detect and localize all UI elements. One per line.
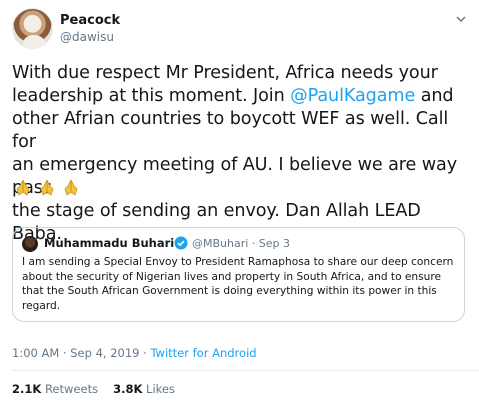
verified-badge-icon: [174, 236, 188, 250]
tweet-text: With due respect Mr President, Africa ne…: [12, 62, 472, 246]
tweet-line: With due respect Mr President, Africa ne…: [12, 63, 438, 83]
quoted-line: I am sending a Special Envoy to Presiden…: [22, 256, 454, 268]
retweets-count: 2.1K: [12, 382, 42, 396]
source-link[interactable]: Twitter for Android: [150, 346, 256, 360]
tweet-line-text: leadership at this moment. Join: [12, 86, 291, 106]
quoted-text: I am sending a Special Envoy to Presiden…: [22, 255, 462, 314]
tweet-line: an emergency meeting of AU. I believe we…: [12, 155, 458, 198]
quoted-avatar: [22, 236, 38, 252]
retweets-label: Retweets: [44, 382, 99, 396]
chevron-down-icon[interactable]: [452, 10, 470, 28]
quoted-tweet[interactable]: Muhammadu Buhari @MBuhari · Sep 3 I am s…: [12, 227, 465, 322]
likes-label: Likes: [146, 382, 175, 396]
timestamp[interactable]: 1:00 AM · Sep 4, 2019 ·: [12, 346, 150, 360]
author-name[interactable]: Peacock: [60, 13, 120, 28]
folded-hands-icon: [37, 177, 57, 197]
tweet-line-text: and: [415, 86, 454, 106]
folded-hands-icon: [13, 177, 33, 197]
likes-count: 3.8K: [113, 382, 143, 396]
emoji-row: [13, 177, 81, 199]
quoted-line: regard.: [22, 300, 61, 313]
retweets-stat[interactable]: 2.1K Retweets: [12, 382, 98, 396]
tweet-card: Peacock @dawisu With due respect Mr Pres…: [0, 0, 479, 407]
tweet-stats: 2.1K Retweets 3.8K Likes: [12, 382, 175, 396]
mention-link[interactable]: @PaulKagame: [290, 86, 415, 106]
quoted-handle-date: @MBuhari · Sep 3: [192, 237, 291, 250]
likes-stat[interactable]: 3.8K Likes: [113, 382, 175, 396]
tweet-line: leadership at this moment. Join @PaulKag…: [12, 85, 472, 108]
tweet-meta: 1:00 AM · Sep 4, 2019 · Twitter for Andr…: [12, 346, 257, 360]
author-handle[interactable]: @dawisu: [60, 30, 114, 44]
quoted-line: that the South African Government is doi…: [22, 285, 437, 298]
quoted-author-name: Muhammadu Buhari: [44, 236, 175, 250]
folded-hands-icon: [61, 177, 81, 197]
tweet-line: other Afrian countries to boycott WEF as…: [12, 109, 449, 152]
author-avatar[interactable]: [12, 8, 53, 49]
quoted-line: about the security of Nigerian lives and…: [22, 270, 442, 283]
divider: [12, 370, 479, 371]
